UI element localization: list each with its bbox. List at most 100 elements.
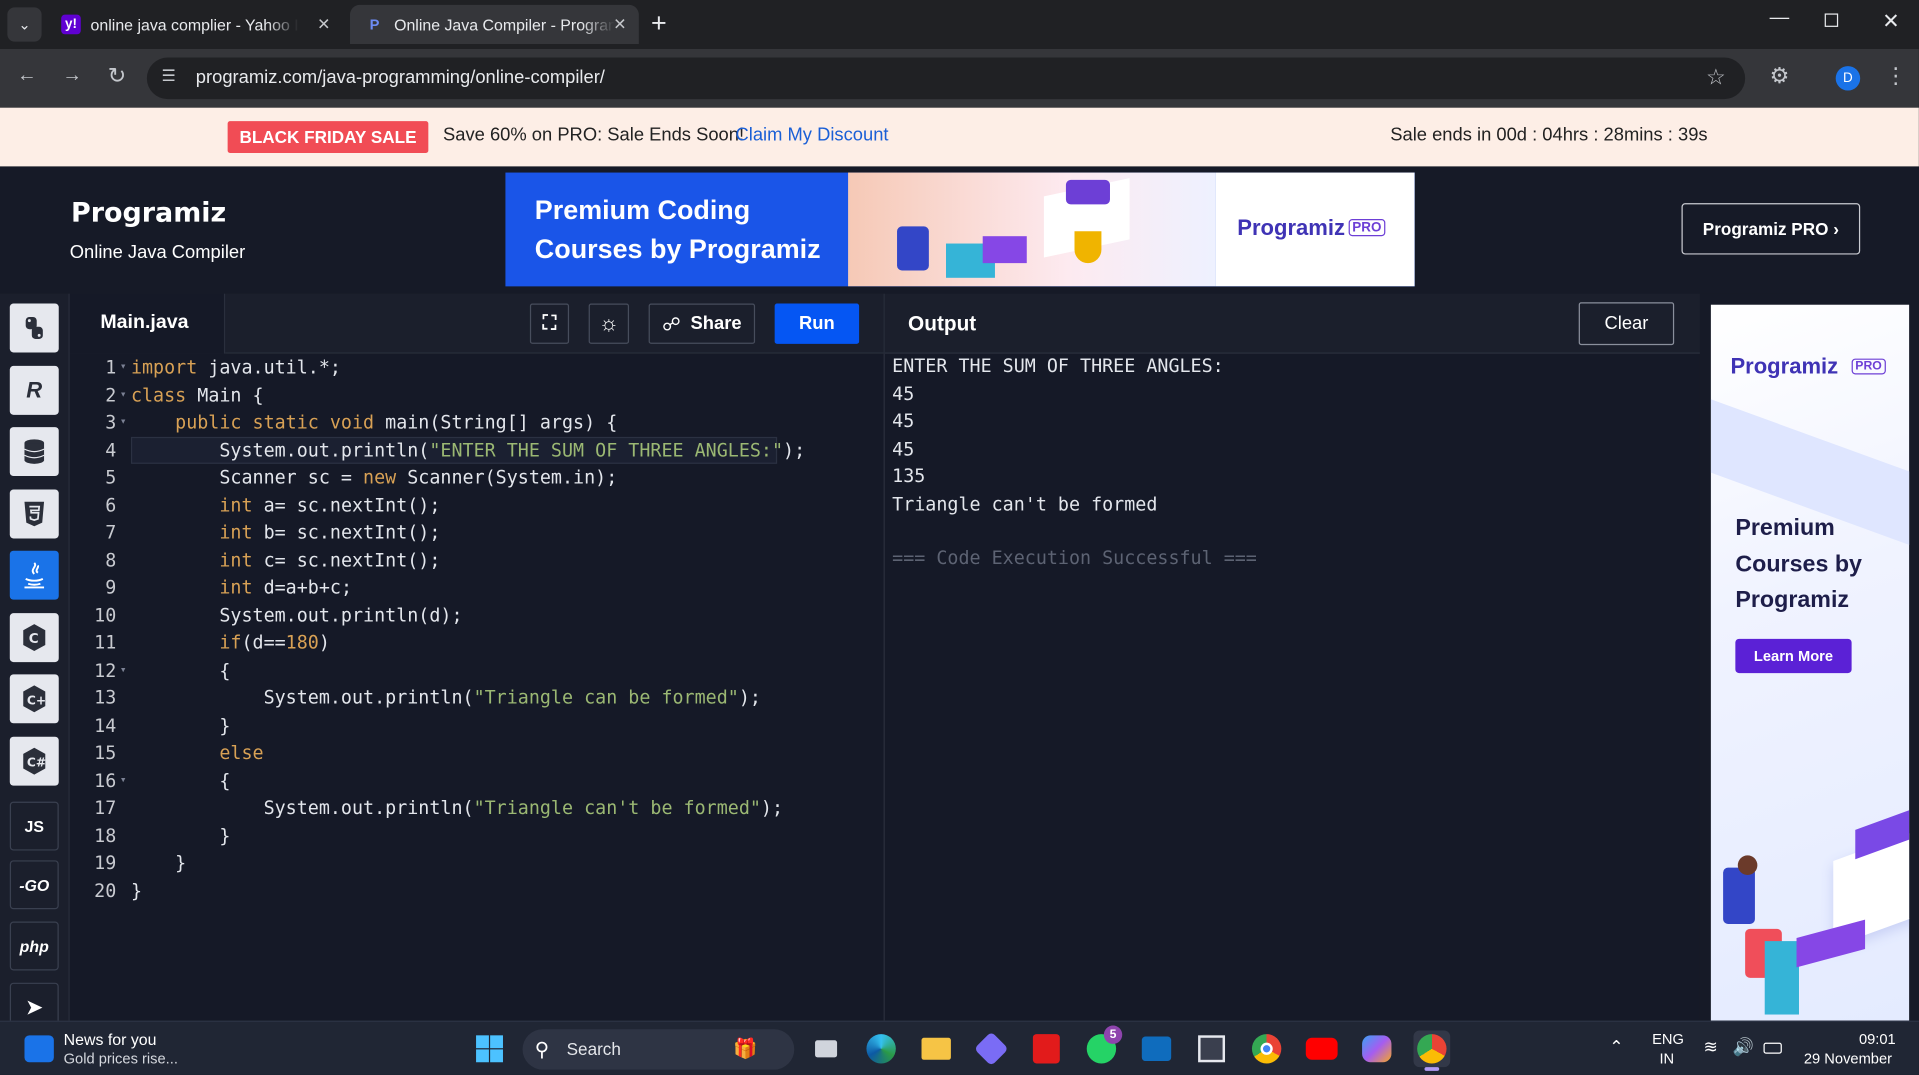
share-button[interactable]: ☍ Share bbox=[648, 303, 756, 344]
tab-yahoo[interactable]: y! online java complier - Yahoo Inq ✕ bbox=[47, 5, 343, 44]
file-explorer-icon[interactable] bbox=[918, 1030, 955, 1067]
code-line[interactable]: 13 System.out.println("Triangle can be f… bbox=[70, 684, 884, 712]
back-icon[interactable]: ← bbox=[17, 65, 37, 87]
language-indicator-top[interactable]: ENG bbox=[1652, 1030, 1684, 1047]
programiz-pro-button[interactable]: Programiz PRO › bbox=[1681, 203, 1861, 255]
code-line[interactable]: 20} bbox=[70, 877, 884, 905]
run-button[interactable]: Run bbox=[774, 303, 860, 344]
fold-arrow-icon[interactable]: ▾ bbox=[116, 416, 131, 428]
snipping-tool-icon[interactable] bbox=[1193, 1030, 1230, 1067]
java-icon[interactable] bbox=[9, 550, 59, 600]
menu-dots-icon[interactable]: ⋮ bbox=[1885, 64, 1907, 90]
site-info-icon[interactable]: ☰ bbox=[162, 66, 176, 86]
code-line[interactable]: 4 System.out.println("ENTER THE SUM OF T… bbox=[70, 436, 884, 464]
csharp-icon[interactable]: C# bbox=[9, 736, 59, 786]
code-line[interactable]: 7 int b= sc.nextInt(); bbox=[70, 519, 884, 547]
file-tab-main-java[interactable]: Main.java bbox=[69, 293, 226, 354]
volume-icon[interactable]: 🔊 bbox=[1733, 1037, 1754, 1058]
url-text[interactable]: programiz.com/java-programming/online-co… bbox=[196, 67, 605, 88]
windows-start-icon[interactable] bbox=[471, 1030, 508, 1067]
fullscreen-button[interactable]: ⛶ bbox=[529, 303, 570, 344]
chrome-icon[interactable] bbox=[1248, 1030, 1285, 1067]
tab-programiz[interactable]: P Online Java Compiler - Programiz ✕ bbox=[350, 4, 639, 45]
code-line[interactable]: 17 System.out.println("Triangle can't be… bbox=[70, 794, 884, 822]
code-line[interactable]: 14 } bbox=[70, 712, 884, 740]
code-line[interactable]: 15 else bbox=[70, 739, 884, 767]
theme-toggle-button[interactable]: ☼ bbox=[588, 303, 630, 344]
cpp-icon[interactable]: C+ bbox=[9, 674, 59, 724]
fold-arrow-icon[interactable]: ▾ bbox=[116, 361, 131, 373]
code-editor[interactable]: 1 ▾ import java.util.*; 2 ▾ class Main {3 ▾ pu… bbox=[69, 353, 884, 1021]
code-line[interactable]: 5 Scanner sc = new Scanner(System.in); bbox=[70, 464, 884, 492]
chrome-profile-icon[interactable] bbox=[1413, 1030, 1451, 1071]
copilot-app-icon[interactable] bbox=[973, 1030, 1010, 1067]
battery-icon[interactable] bbox=[1763, 1042, 1782, 1054]
news-widget[interactable]: News for you Gold prices rise... bbox=[24, 1028, 208, 1070]
restore-icon[interactable] bbox=[1824, 13, 1839, 27]
close-tab-icon[interactable]: ✕ bbox=[317, 15, 330, 35]
code-text: class Main { bbox=[130, 383, 264, 406]
close-tab-icon[interactable]: ✕ bbox=[613, 15, 626, 35]
go-icon[interactable]: -GO bbox=[9, 860, 59, 910]
code-line[interactable]: 19 } bbox=[70, 849, 884, 877]
line-number: 7 bbox=[105, 521, 117, 544]
outlook-icon[interactable] bbox=[1138, 1030, 1175, 1067]
claim-discount-link[interactable]: Claim My Discount bbox=[736, 125, 889, 146]
code-line[interactable]: 18 } bbox=[70, 822, 884, 850]
whatsapp-icon[interactable]: 5 bbox=[1083, 1025, 1123, 1067]
profile-avatar[interactable]: D bbox=[1835, 66, 1861, 91]
r-icon[interactable]: R bbox=[9, 365, 59, 415]
code-line[interactable]: 3 ▾ public static void main(String[] args… bbox=[70, 409, 884, 437]
line-number: 19 bbox=[94, 852, 117, 875]
wifi-icon[interactable]: ≋ bbox=[1704, 1037, 1718, 1058]
new-tab-button[interactable]: + bbox=[651, 7, 667, 39]
code-line[interactable]: 8 int c= sc.nextInt(); bbox=[70, 546, 884, 574]
html-icon[interactable] bbox=[9, 489, 59, 539]
edge-icon[interactable] bbox=[863, 1030, 900, 1067]
page-subtitle: Online Java Compiler bbox=[69, 242, 246, 264]
header-ad[interactable]: Premium Coding Courses by Programiz Prog… bbox=[505, 172, 1415, 287]
bookmark-star-icon[interactable]: ☆ bbox=[1706, 65, 1726, 91]
code-text: int b= sc.nextInt(); bbox=[219, 521, 441, 544]
learn-more-button[interactable]: Learn More bbox=[1735, 638, 1852, 674]
task-view-icon[interactable] bbox=[808, 1030, 845, 1067]
fold-arrow-icon[interactable]: ▾ bbox=[116, 389, 131, 401]
programiz-logo[interactable]: Programiz bbox=[71, 198, 226, 229]
acrobat-icon[interactable] bbox=[1028, 1030, 1065, 1067]
share-icon: ☍ bbox=[662, 313, 681, 335]
js-icon[interactable]: JS bbox=[9, 801, 59, 851]
omnibox[interactable]: ☰ programiz.com/java-programming/online-… bbox=[146, 57, 1746, 100]
sql-icon[interactable] bbox=[9, 427, 59, 477]
search-label: Search bbox=[566, 1039, 621, 1059]
code-line[interactable]: 9 int d=a+b+c; bbox=[70, 574, 884, 602]
code-line[interactable]: 2 ▾ class Main { bbox=[70, 381, 884, 409]
code-line[interactable]: 12 ▾ { bbox=[70, 657, 884, 685]
minimize-icon[interactable]: — bbox=[1770, 7, 1790, 29]
forward-icon[interactable]: → bbox=[62, 65, 82, 87]
youtube-icon[interactable] bbox=[1303, 1030, 1340, 1067]
language-indicator-bottom[interactable]: IN bbox=[1659, 1050, 1674, 1067]
clear-button[interactable]: Clear bbox=[1578, 302, 1675, 346]
fold-arrow-icon[interactable]: ▾ bbox=[116, 774, 131, 786]
tray-expand-icon[interactable]: ⌃ bbox=[1609, 1037, 1623, 1058]
code-line[interactable]: 10 System.out.println(d); bbox=[70, 601, 884, 629]
c-icon[interactable]: C bbox=[9, 613, 59, 663]
php-icon[interactable]: php bbox=[9, 921, 59, 971]
copilot-icon[interactable] bbox=[1358, 1030, 1395, 1067]
reload-icon[interactable]: ↻ bbox=[108, 64, 126, 90]
side-ad[interactable]: Programiz PRO Premium Courses by Program… bbox=[1699, 293, 1919, 1021]
clock-time[interactable]: 09:01 bbox=[1859, 1030, 1896, 1047]
close-window-icon[interactable]: ✕ bbox=[1882, 10, 1899, 34]
code-line[interactable]: 1 ▾ import java.util.*; bbox=[70, 354, 884, 382]
code-line[interactable]: 16 ▾ { bbox=[70, 767, 884, 795]
python-icon[interactable] bbox=[9, 303, 59, 353]
taskbar-search[interactable]: ⚲ Search 🎁 bbox=[522, 1029, 795, 1070]
extensions-icon[interactable]: ⚙ bbox=[1770, 64, 1790, 90]
code-line[interactable]: 11 if(d==180) bbox=[70, 629, 884, 657]
code-text: else bbox=[219, 741, 264, 764]
fold-arrow-icon[interactable]: ▾ bbox=[116, 664, 131, 676]
line-number: 9 bbox=[105, 576, 117, 599]
code-line[interactable]: 6 int a= sc.nextInt(); bbox=[70, 491, 884, 519]
tab-list-button[interactable]: ⌄ bbox=[7, 7, 42, 42]
clock-date[interactable]: 29 November bbox=[1804, 1050, 1892, 1067]
